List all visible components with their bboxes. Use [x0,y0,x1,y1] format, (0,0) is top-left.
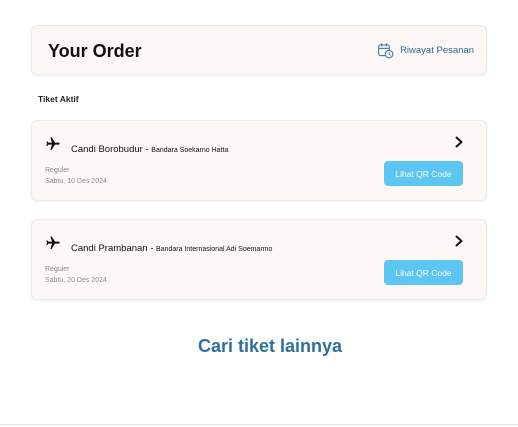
chevron-right-icon[interactable] [454,136,464,148]
view-qr-code-button[interactable]: Lihat QR Code [384,161,463,186]
ticket-origin: Bandara Soekarno Hatta [151,147,229,154]
page: Your Order Riwayat Pesanan Tiket Aktif C… [0,0,518,427]
ticket-date: Sabtu, 10 Des 2024 [45,178,107,185]
airplane-icon [46,236,60,249]
ticket-destination: Candi Prambanan [71,243,148,254]
ticket-route: Candi Prambanan - Bandara Internasional … [71,238,272,256]
route-separator: - [147,243,157,254]
active-tickets-heading: Tiket Aktif [38,94,79,104]
view-qr-code-button[interactable]: Lihat QR Code [384,260,463,285]
find-more-tickets-link[interactable]: Cari tiket lainnya [0,336,518,357]
route-separator: - [142,144,152,155]
order-history-link[interactable]: Riwayat Pesanan [377,42,474,59]
airplane-icon [46,137,60,150]
order-history-label: Riwayat Pesanan [400,45,474,56]
order-header: Your Order Riwayat Pesanan [31,25,487,75]
bottom-divider [0,424,518,425]
ticket-origin: Bandara Internasional Adi Soemarmo [156,246,273,253]
ticket-route: Candi Borobudur - Bandara Soekarno Hatta [71,139,228,157]
ticket-class: Reguler [45,167,70,174]
chevron-right-icon[interactable] [454,235,464,247]
ticket-date: Sabtu, 20 Des 2024 [45,277,107,284]
calendar-clock-icon [378,43,394,59]
page-title: Your Order [48,41,142,61]
ticket-destination: Candi Borobudur [71,144,143,155]
ticket-card[interactable]: Candi Prambanan - Bandara Internasional … [31,219,487,300]
ticket-card[interactable]: Candi Borobudur - Bandara Soekarno Hatta… [31,120,487,201]
ticket-class: Reguler [45,266,70,273]
